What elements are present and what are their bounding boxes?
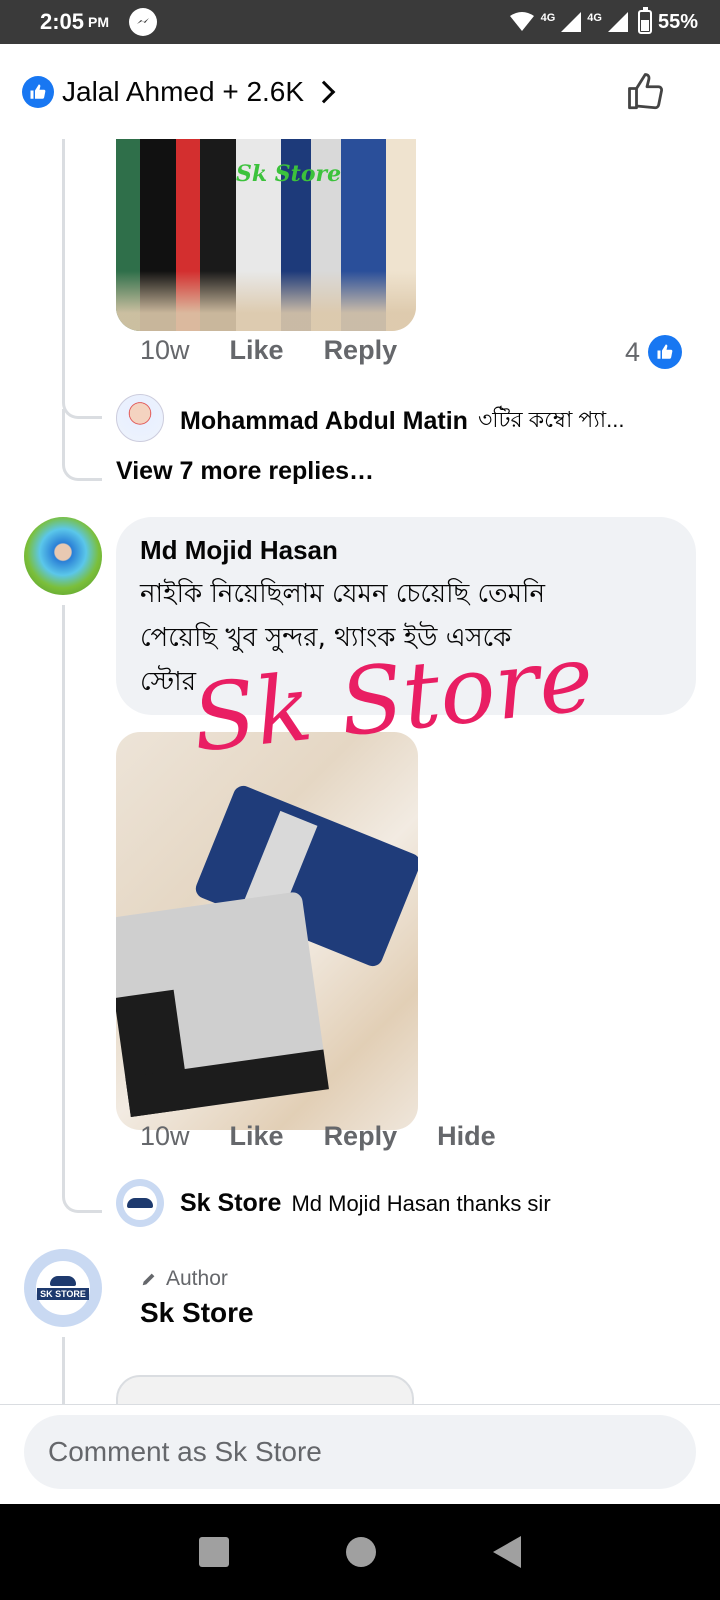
network-label-2: 4G (587, 12, 602, 24)
status-ampm: PM (88, 14, 110, 30)
comment-photo[interactable]: Sk Store (116, 139, 416, 331)
thread-line (62, 1337, 65, 1404)
reply-author-name[interactable]: Mohammad Abdul Matin (180, 407, 468, 436)
comment-composer: Comment as Sk Store (0, 1404, 720, 1504)
reactors-summary-link[interactable]: Jalal Ahmed + 2.6K (62, 76, 304, 108)
author-tag: Author (140, 1267, 228, 1291)
back-button[interactable] (493, 1536, 522, 1568)
comment-actions: 10w Like Reply Hide (140, 1121, 536, 1152)
signal-icon (561, 12, 582, 32)
thread-line (62, 605, 65, 1175)
reply-button[interactable]: Reply (324, 335, 398, 366)
like-button[interactable]: Like (230, 1121, 284, 1152)
avatar[interactable] (24, 517, 102, 595)
status-indicators: 4G 4G 55% (509, 7, 698, 34)
chevron-right-icon[interactable] (312, 80, 336, 103)
view-more-replies-link[interactable]: View 7 more replies… (116, 457, 374, 486)
author-tag-label: Author (166, 1267, 228, 1290)
reply-connector (62, 409, 102, 481)
reply-connector (62, 339, 102, 419)
thread-line (62, 139, 65, 339)
avatar[interactable] (116, 394, 164, 442)
product-shorts-grey (116, 891, 329, 1117)
avatar[interactable]: SK STORE (24, 1249, 102, 1327)
system-nav-bar (0, 1504, 720, 1600)
like-button[interactable]: Like (230, 335, 284, 366)
reply-text: Md Mojid Hasan thanks sir (291, 1190, 551, 1216)
comment-time: 10w (140, 335, 190, 365)
reaction-count-value: 4 (624, 336, 640, 367)
comment-author-name[interactable]: Md Mojid Hasan (140, 535, 672, 566)
comment-time: 10w (140, 1121, 190, 1151)
like-reaction-icon (22, 75, 54, 108)
messenger-icon (129, 8, 158, 36)
reply-preview[interactable]: Sk Store Md Mojid Hasan thanks sir (180, 1189, 551, 1218)
store-logo-text: SK STORE (37, 1288, 89, 1300)
pencil-icon (142, 1273, 155, 1286)
avatar[interactable] (116, 1179, 164, 1227)
like-button-icon[interactable] (626, 71, 668, 113)
reply-text: ৩টির কম্বো প্যা... (477, 407, 625, 432)
reply-preview[interactable]: Mohammad Abdul Matin ৩টির কম্বো প্যা... (180, 403, 624, 440)
comment-actions: 10w Like Reply (140, 335, 437, 366)
hide-button[interactable]: Hide (437, 1121, 496, 1152)
signal-icon (607, 12, 628, 32)
wifi-icon (509, 12, 534, 31)
reaction-count[interactable]: 4 (625, 335, 682, 369)
reply-author-name[interactable]: Sk Store (180, 1189, 281, 1218)
reply-connector (62, 1149, 102, 1213)
photo-watermark: Sk Store (236, 161, 342, 187)
status-bar: 2:05 PM 4G 4G 55% (0, 0, 720, 44)
battery-icon (637, 7, 652, 34)
recents-button[interactable] (198, 1537, 229, 1567)
comment-photo[interactable] (116, 1375, 414, 1404)
comment-photo[interactable] (116, 732, 418, 1130)
battery-percent: 55% (657, 10, 698, 33)
reactions-header: Jalal Ahmed + 2.6K (0, 44, 720, 139)
like-reaction-icon (648, 335, 682, 369)
status-time: 2:05 (40, 9, 85, 34)
network-label-1: 4G (540, 12, 556, 24)
home-button[interactable] (345, 1537, 376, 1567)
reply-button[interactable]: Reply (324, 1121, 398, 1152)
comment-author-name[interactable]: Sk Store (140, 1297, 254, 1329)
comments-feed[interactable]: Sk Store 10w Like Reply 4 Mohammad Abdul… (0, 139, 720, 1404)
comment-input[interactable]: Comment as Sk Store (24, 1415, 696, 1489)
